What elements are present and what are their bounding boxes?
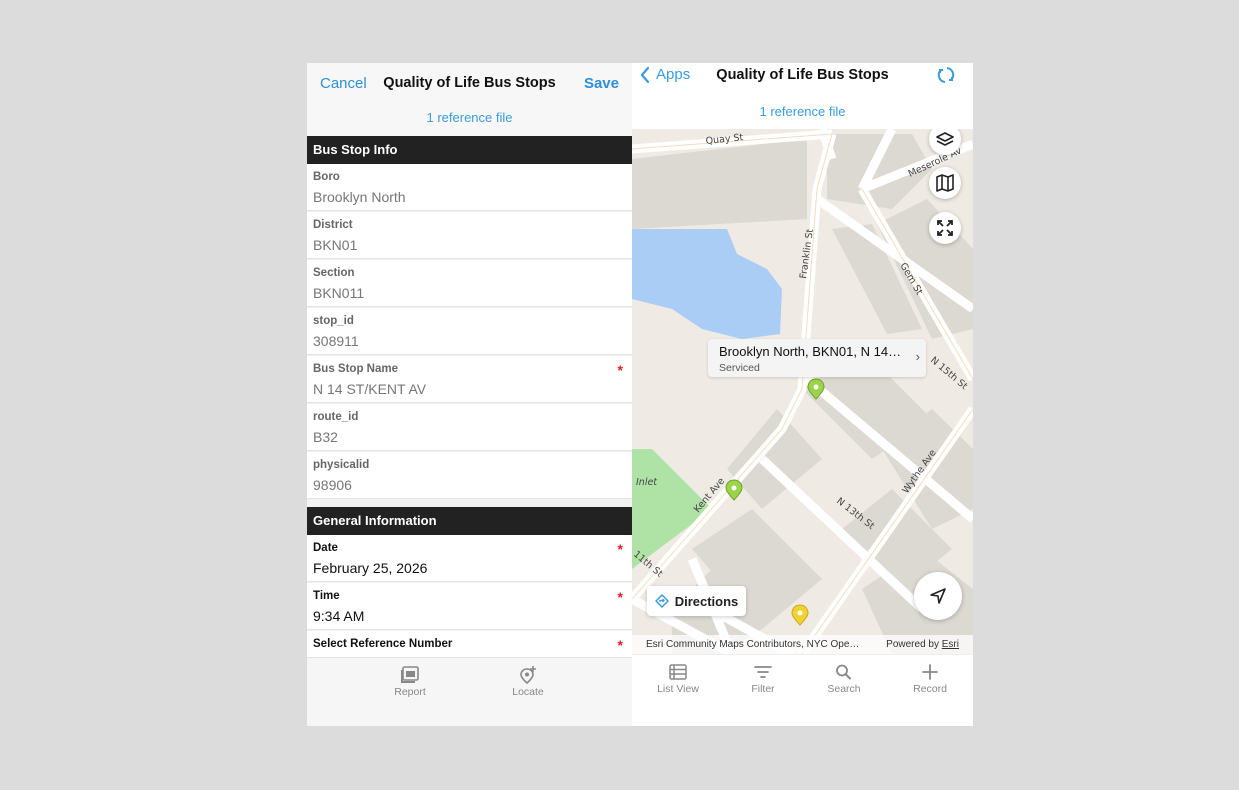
field-label: Select Reference Number	[313, 638, 453, 650]
record-label: Record	[913, 683, 947, 695]
map-attribution: Esri Community Maps Contributors, NYC Op…	[632, 635, 973, 654]
directions-icon	[654, 594, 669, 608]
basemap-button[interactable]	[929, 167, 961, 199]
navigation-arrow-icon	[930, 588, 946, 604]
list-view-label: List View	[657, 683, 699, 695]
search-icon	[836, 664, 851, 680]
chevron-left-icon	[640, 66, 650, 83]
record-button[interactable]: Record	[895, 664, 965, 695]
esri-link[interactable]: Esri	[942, 639, 959, 650]
report-button[interactable]: Report	[375, 666, 445, 698]
list-view-button[interactable]: List View	[643, 664, 713, 695]
search-button[interactable]: Search	[809, 664, 879, 695]
cancel-button[interactable]: Cancel	[320, 75, 367, 92]
chevron-right-icon: ›	[915, 349, 920, 364]
attribution-text: Esri Community Maps Contributors, NYC Op…	[646, 639, 860, 650]
field-value: Brooklyn North	[313, 189, 406, 205]
directions-button[interactable]: Directions	[647, 586, 746, 616]
field-label: route_id	[313, 411, 359, 423]
form-toolbar: Report Locate	[307, 657, 632, 726]
field-select-reference-number[interactable]: Select Reference Number *	[307, 631, 632, 657]
field-label: stop_id	[313, 315, 354, 327]
field-value: 98906	[313, 477, 352, 493]
required-marker: *	[617, 589, 623, 605]
field-label: Section	[313, 267, 355, 279]
filter-icon	[754, 666, 772, 678]
field-bus-stop-name: Bus Stop Name * N 14 ST/KENT AV	[307, 356, 632, 403]
field-label: Date	[313, 542, 338, 554]
field-time[interactable]: Time * 9:34 AM	[307, 583, 632, 630]
callout-title: Brooklyn North, BKN01, N 14…	[719, 344, 902, 359]
callout-subtitle: Serviced	[719, 362, 760, 374]
map-icon	[936, 174, 954, 192]
section-header-bus-stop-info: Bus Stop Info	[307, 136, 632, 164]
form-screen: Cancel Quality of Life Bus Stops Save 1 …	[307, 63, 632, 726]
search-label: Search	[827, 683, 861, 695]
field-physicalid: physicalid 98906	[307, 452, 632, 499]
field-label: physicalid	[313, 459, 370, 471]
date-value[interactable]: February 25, 2026	[313, 560, 427, 576]
sync-icon	[937, 67, 955, 83]
required-marker: *	[617, 362, 623, 378]
required-marker: *	[617, 637, 623, 653]
filter-button[interactable]: Filter	[728, 664, 798, 695]
map-canvas[interactable]: Quay St Meserole Av Franklin St Gem St N…	[632, 129, 973, 654]
section-header-general-information: General Information	[307, 507, 632, 535]
filter-label: Filter	[751, 683, 775, 695]
field-date[interactable]: Date * February 25, 2026	[307, 535, 632, 582]
map-base: Quay St Meserole Av Franklin St Gem St N…	[632, 129, 973, 654]
locate-pin-icon	[520, 666, 536, 684]
report-icon	[401, 666, 419, 683]
field-value: 308911	[313, 333, 359, 349]
field-label: Time	[313, 590, 340, 602]
field-label: Boro	[313, 171, 340, 183]
inlet-label: Inlet	[636, 477, 658, 488]
time-value[interactable]: 9:34 AM	[313, 608, 364, 624]
field-value: N 14 ST/KENT AV	[313, 381, 427, 397]
map-toolbar: List View Filter Search Record	[632, 654, 973, 726]
current-location-button[interactable]	[914, 572, 962, 620]
powered-by-text: Powered by	[886, 639, 939, 650]
field-value: BKN01	[313, 237, 358, 253]
field-boro: Boro Brooklyn North	[307, 164, 632, 211]
field-district: District BKN01	[307, 212, 632, 259]
feature-callout[interactable]: Brooklyn North, BKN01, N 14… Serviced ›	[708, 339, 926, 377]
sync-button[interactable]	[937, 66, 955, 89]
back-button[interactable]: Apps	[640, 66, 690, 83]
report-label: Report	[394, 686, 426, 698]
required-marker: *	[617, 541, 623, 557]
reference-file-link[interactable]: 1 reference file	[632, 104, 973, 119]
map-screen: Apps Quality of Life Bus Stops 1 referen…	[632, 63, 973, 726]
back-label: Apps	[656, 66, 691, 83]
plus-icon	[922, 664, 938, 680]
reference-file-link[interactable]: 1 reference file	[307, 110, 632, 125]
field-label: Bus Stop Name	[313, 363, 398, 375]
expand-icon	[937, 220, 953, 236]
map-header: Apps Quality of Life Bus Stops 1 referen…	[632, 63, 973, 129]
form-header: Cancel Quality of Life Bus Stops Save 1 …	[307, 63, 632, 136]
save-button[interactable]: Save	[584, 75, 619, 92]
field-stop-id: stop_id 308911	[307, 308, 632, 355]
field-value: B32	[313, 429, 338, 445]
directions-label: Directions	[674, 593, 739, 609]
field-value: BKN011	[313, 285, 365, 301]
locate-label: Locate	[512, 686, 544, 698]
field-section: Section BKN011	[307, 260, 632, 307]
field-route-id: route_id B32	[307, 404, 632, 451]
list-view-icon	[669, 664, 687, 680]
fullscreen-button[interactable]	[929, 212, 961, 244]
field-label: District	[313, 219, 353, 231]
locate-button[interactable]: Locate	[493, 666, 563, 698]
layers-icon	[936, 132, 954, 146]
powered-by: Powered by Esri	[886, 639, 959, 650]
